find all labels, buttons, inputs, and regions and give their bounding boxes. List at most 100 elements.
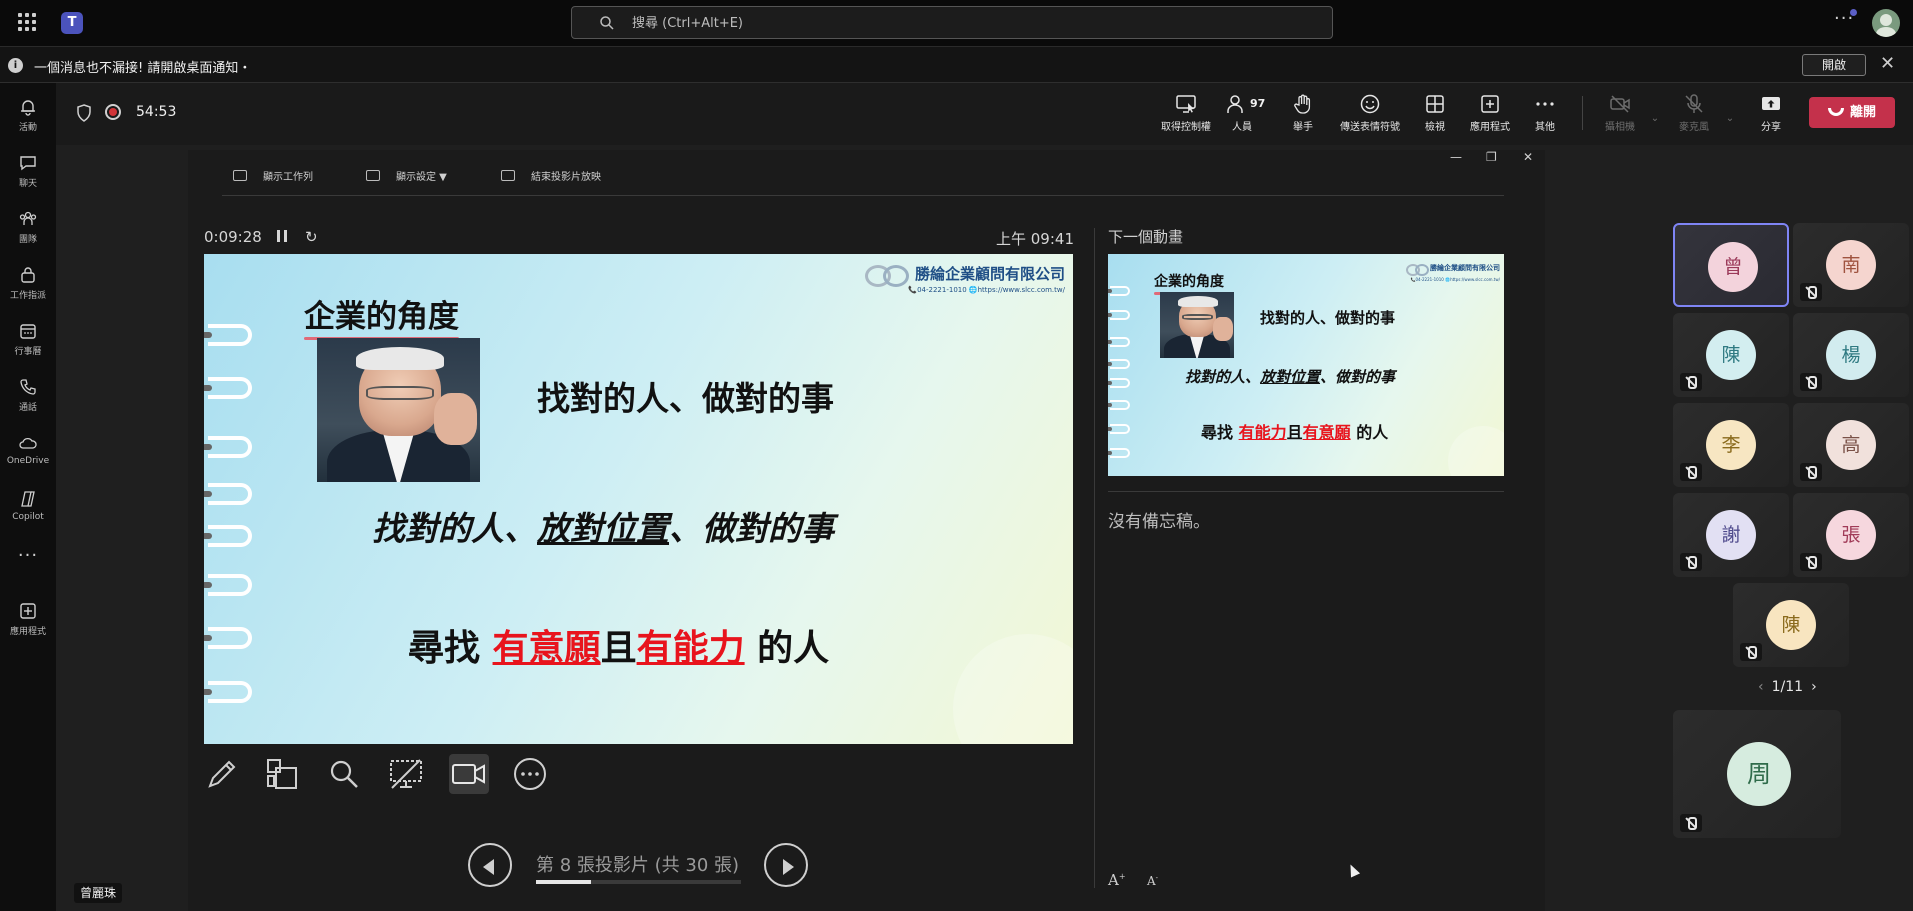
add-app-icon bbox=[1481, 95, 1499, 113]
see-all-slides-button[interactable] bbox=[262, 754, 302, 794]
presenter-name-tag: 曾麗珠 bbox=[74, 883, 123, 903]
close-icon[interactable]: ✕ bbox=[1880, 53, 1895, 74]
participant-tile[interactable]: 楊 bbox=[1793, 313, 1909, 397]
pause-icon[interactable] bbox=[277, 230, 287, 242]
participant-tile[interactable]: 張 bbox=[1793, 493, 1909, 577]
rail-item-calls[interactable]: 通話 bbox=[0, 369, 56, 419]
control-label: 攝相機 bbox=[1605, 122, 1635, 133]
participant-tile[interactable]: 陳 bbox=[1733, 583, 1849, 667]
restart-icon[interactable]: ↻ bbox=[305, 228, 318, 246]
control-label: 傳送表情符號 bbox=[1340, 122, 1400, 133]
camera-toggle-button[interactable] bbox=[449, 754, 489, 794]
rail-item-chat[interactable]: 聊天 bbox=[0, 145, 56, 195]
monitor-pointer-icon bbox=[1176, 95, 1196, 113]
grid-view-icon bbox=[1426, 95, 1444, 113]
camera-button[interactable]: 攝相機 bbox=[1600, 93, 1640, 137]
app-launcher-icon[interactable] bbox=[18, 13, 36, 31]
control-label: 人員 bbox=[1232, 122, 1252, 133]
black-screen-button[interactable] bbox=[386, 754, 426, 794]
mic-button[interactable]: 麥克風 bbox=[1674, 93, 1714, 137]
participant-avatar: 李 bbox=[1706, 420, 1756, 470]
shield-icon[interactable] bbox=[76, 104, 92, 122]
leave-label: 離開 bbox=[1849, 105, 1876, 120]
rail-item-activity[interactable]: 活動 bbox=[0, 89, 56, 139]
decrease-font-icon[interactable]: A- bbox=[1147, 874, 1158, 888]
rail-label: Copilot bbox=[12, 512, 44, 522]
raise-hand-button[interactable]: 舉手 bbox=[1288, 93, 1318, 137]
teams-icon bbox=[19, 211, 37, 225]
decorative-circle bbox=[953, 634, 1073, 744]
previous-slide-button[interactable] bbox=[468, 843, 512, 887]
more-circle-icon bbox=[514, 758, 546, 790]
mic-muted-icon bbox=[1800, 463, 1822, 481]
user-avatar[interactable] bbox=[1872, 9, 1900, 37]
spotlight-tile[interactable]: 周 bbox=[1673, 710, 1841, 838]
end-slideshow-button[interactable]: 結束投影片放映 bbox=[501, 168, 601, 183]
notification-dot bbox=[1850, 9, 1857, 16]
close-window-icon[interactable]: ✕ bbox=[1523, 150, 1533, 164]
zoom-button[interactable] bbox=[324, 754, 364, 794]
control-label: 檢視 bbox=[1425, 122, 1445, 133]
minimize-icon[interactable]: — bbox=[1450, 150, 1462, 164]
take-control-button[interactable]: 取得控制權 bbox=[1158, 93, 1214, 137]
search-input[interactable] bbox=[632, 12, 1282, 34]
participant-avatar: 周 bbox=[1727, 742, 1791, 806]
enable-notifications-button[interactable]: 開啟 bbox=[1802, 54, 1866, 76]
slide-line-2: 找對的人、放對位置、做對的事 bbox=[1185, 368, 1396, 386]
logo-name: 勝綸企業顧問有限公司 bbox=[1430, 262, 1500, 272]
mic-muted-icon bbox=[1800, 553, 1822, 571]
participant-tile[interactable]: 謝 bbox=[1673, 493, 1789, 577]
increase-font-icon[interactable]: A+ bbox=[1108, 871, 1126, 889]
rail-label: 團隊 bbox=[18, 235, 37, 245]
calendar-icon bbox=[20, 324, 36, 339]
mic-muted-icon bbox=[1800, 283, 1822, 301]
mic-options-chevron-icon[interactable]: ⌄ bbox=[1723, 106, 1737, 150]
rail-more-icon[interactable]: ··· bbox=[0, 541, 56, 571]
pen-tool-button[interactable] bbox=[202, 754, 242, 794]
participant-tile[interactable]: 陳 bbox=[1673, 313, 1789, 397]
rail-item-apps[interactable]: 應用程式 bbox=[0, 593, 56, 643]
participant-tile[interactable]: 南 bbox=[1793, 223, 1909, 307]
participant-avatar: 曾 bbox=[1708, 242, 1758, 292]
control-label: 舉手 bbox=[1293, 122, 1313, 133]
mic-muted-icon bbox=[1680, 373, 1702, 391]
participant-tile[interactable]: 曾 bbox=[1673, 223, 1789, 307]
next-animation-label: 下一個動畫 bbox=[1108, 228, 1184, 246]
recording-icon bbox=[105, 104, 121, 120]
restore-icon[interactable]: ❐ bbox=[1486, 150, 1497, 164]
share-button[interactable]: 分享 bbox=[1756, 93, 1786, 137]
slide-line-2: 找對的人、放對位置、做對的事 bbox=[372, 509, 834, 548]
reactions-button[interactable]: 傳送表情符號 bbox=[1335, 93, 1405, 137]
rail-label: 活動 bbox=[18, 123, 37, 133]
rail-item-onedrive[interactable]: OneDrive bbox=[0, 425, 56, 475]
search-box[interactable] bbox=[571, 6, 1333, 39]
view-button[interactable]: 檢視 bbox=[1420, 93, 1450, 137]
rail-item-assignments[interactable]: 工作指派 bbox=[0, 257, 56, 307]
pager-prev-icon[interactable]: ‹ bbox=[1750, 679, 1772, 695]
people-icon bbox=[1227, 95, 1243, 113]
tool-label: 結束投影片放映 bbox=[531, 172, 601, 183]
more-slideshow-options-button[interactable] bbox=[510, 754, 550, 794]
spiral-rings bbox=[204, 254, 264, 744]
rail-item-copilot[interactable]: Copilot bbox=[0, 481, 56, 531]
apps-button[interactable]: 應用程式 bbox=[1466, 93, 1514, 137]
more-icon bbox=[1536, 102, 1554, 106]
leave-button[interactable]: 離開 bbox=[1809, 97, 1895, 128]
participant-tile[interactable]: 李 bbox=[1673, 403, 1789, 487]
rail-item-teams[interactable]: 團隊 bbox=[0, 201, 56, 251]
camera-options-chevron-icon[interactable]: ⌄ bbox=[1648, 106, 1662, 150]
slide-progress-fill bbox=[536, 880, 592, 884]
show-taskbar-button[interactable]: 顯示工作列 bbox=[233, 168, 313, 183]
next-slide-preview[interactable]: 勝綸企業顧問有限公司 📞04-2221-1010 🌐https://www.sl… bbox=[1108, 254, 1504, 476]
slide-line-1: 找對的人、做對的事 bbox=[1260, 309, 1396, 327]
rail-item-calendar[interactable]: 行事曆 bbox=[0, 313, 56, 363]
next-slide-button[interactable] bbox=[764, 843, 808, 887]
participant-tile[interactable]: 高 bbox=[1793, 403, 1909, 487]
chat-icon bbox=[20, 156, 36, 171]
slide-line-3: 尋找 有意願且有能力 的人 bbox=[408, 627, 830, 669]
display-settings-button[interactable]: 顯示設定 ▼ bbox=[366, 168, 447, 183]
more-button[interactable]: 其他 bbox=[1530, 93, 1560, 137]
pager-next-icon[interactable]: › bbox=[1803, 679, 1825, 695]
rail-label: OneDrive bbox=[6, 456, 50, 466]
slides-grid-icon bbox=[267, 759, 297, 789]
